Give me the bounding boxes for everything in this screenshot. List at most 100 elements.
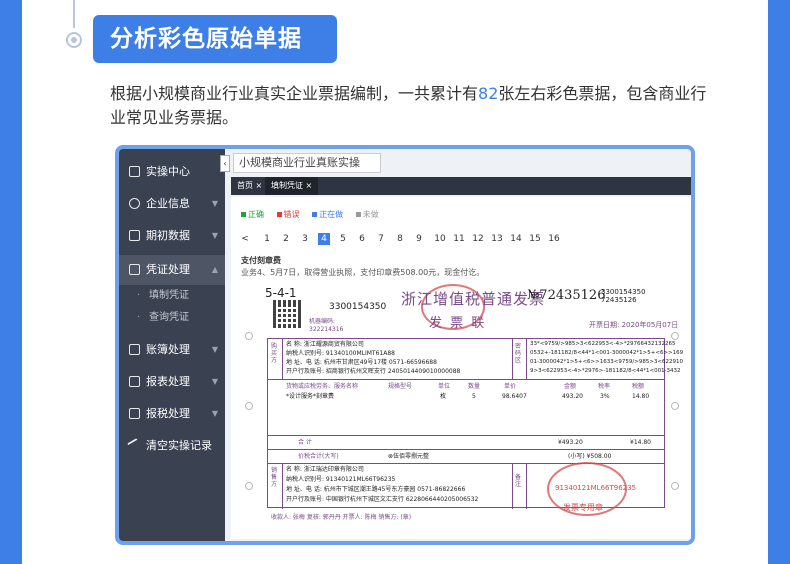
timeline-dot-icon xyxy=(66,32,82,48)
pager-page-9[interactable]: 9 xyxy=(413,233,425,245)
task-title: 支付刻章费 xyxy=(241,256,281,265)
check-square-icon xyxy=(129,166,140,177)
chevron-left-icon[interactable]: ‹ xyxy=(220,155,230,172)
legend-correct: 正确 xyxy=(241,210,264,219)
section-title: 分析彩色原始单据 xyxy=(93,15,337,63)
invoice-image: 5-4-1 3300154350 机器编码: 322214316 浙江增值税普通… xyxy=(231,282,691,537)
seal-label: 发票专用章 xyxy=(563,503,603,512)
tab-fill-voucher[interactable]: 填制凭证 × xyxy=(265,177,319,195)
total-label: 合 计 xyxy=(298,439,312,446)
divider xyxy=(282,339,283,379)
buyer-bank: 开户行及账号: 招商银行杭州文晖支行 2405014409010000088 xyxy=(286,368,461,375)
book-icon xyxy=(129,344,140,355)
square-icon xyxy=(355,212,361,217)
seller-bank: 开户行及账号: 中国银行杭州下城区文汇支行 622806644020500653… xyxy=(286,496,479,503)
col-header: 税率 xyxy=(598,383,611,390)
divider xyxy=(512,463,513,509)
pager-page-1[interactable]: 1 xyxy=(261,233,273,245)
desc-count: 82 xyxy=(478,84,499,103)
pager-page-15[interactable]: 15 xyxy=(527,233,543,245)
line-chart-icon xyxy=(129,376,140,387)
task-description: 业务4、5月7日，取得营业执照，支付印章费508.00元，现金付讫。 xyxy=(241,268,485,277)
buyer-name: 名 称: 浙江耀源商贸有限公司 xyxy=(286,341,364,348)
sidebar: 实操中心 企业信息 ▼ 期初数据 ▼ 凭证处理 ▲ · 填制凭证 · 查询凭证 账簿处理 ▼… xyxy=(119,149,225,541)
pager-page-3[interactable]: 3 xyxy=(299,233,311,245)
qr-code-icon xyxy=(273,300,301,328)
pager-page-5[interactable]: 5 xyxy=(337,233,349,245)
sidebar-item-ledger[interactable]: 账簿处理 ▼ xyxy=(119,335,225,365)
col-header: 规格型号 xyxy=(388,383,413,390)
pager-page-13[interactable]: 13 xyxy=(489,233,505,245)
sidebar-item-label: 账簿处理 xyxy=(146,343,190,356)
chevron-down-icon: ▼ xyxy=(211,345,218,354)
pager-prev-button[interactable]: < xyxy=(239,233,251,245)
sidebar-subitem-fill-voucher[interactable]: · 填制凭证 xyxy=(119,285,225,307)
legend-wrong: 错误 xyxy=(276,210,300,219)
sidebar-item-label: 清空实操记录 xyxy=(146,439,212,452)
sidebar-item-opening-data[interactable]: 期初数据 ▼ xyxy=(119,221,225,251)
sum-upper: ⊗伍佰零捌元整 xyxy=(388,453,430,460)
sidebar-item-label: 实操中心 xyxy=(146,165,190,178)
sidebar-item-label: 凭证处理 xyxy=(146,263,190,276)
item-qty: 5 xyxy=(472,393,476,400)
section-description: 根据小规模商业行业真实企业票据编制，一共累计有82张左右彩色票据，包含商业行业常… xyxy=(110,82,720,130)
item-tax: 14.80 xyxy=(632,393,650,400)
pager-page-8[interactable]: 8 xyxy=(394,233,406,245)
sidebar-item-tax[interactable]: 报税处理 ▼ xyxy=(119,399,225,429)
sidebar-item-voucher[interactable]: 凭证处理 ▲ xyxy=(119,255,225,285)
sidebar-item-label: 报税处理 xyxy=(146,407,190,420)
buyer-tax-id: 纳税人识别号: 91340100MLIMT61A88 xyxy=(286,350,395,357)
pager-page-6[interactable]: 6 xyxy=(356,233,368,245)
col-header: 数量 xyxy=(468,383,481,390)
pager-page-12[interactable]: 12 xyxy=(470,233,486,245)
seller-name: 名 称: 浙江瑞达印章有限公司 xyxy=(286,466,364,473)
divider xyxy=(512,339,513,379)
pager-page-11[interactable]: 11 xyxy=(451,233,467,245)
pager-page-10[interactable]: 10 xyxy=(432,233,448,245)
bullet-icon: · xyxy=(137,290,141,301)
chevron-down-icon: ▼ xyxy=(211,409,218,418)
chevron-up-icon: ▲ xyxy=(211,265,218,274)
legend-label: 正在做 xyxy=(319,210,344,219)
pager-page-14[interactable]: 14 xyxy=(508,233,524,245)
pager-page-4[interactable]: 4 xyxy=(318,233,330,245)
pager-page-7[interactable]: 7 xyxy=(375,233,387,245)
col-header: 税额 xyxy=(632,383,645,390)
buyer-address: 地 址、电 话: 杭州市甘肃区49号17楼 0571-66596688 xyxy=(286,359,437,366)
item-unit: 枚 xyxy=(440,393,447,400)
item-amount: 493.20 xyxy=(562,393,583,400)
pager-page-16[interactable]: 16 xyxy=(546,233,562,245)
seller-label: 销售方 xyxy=(271,467,278,488)
status-legend: 正确 错误 正在做 未做 xyxy=(241,209,389,220)
sidebar-item-company-info[interactable]: 企业信息 ▼ xyxy=(119,189,225,219)
sidebar-item-label: 报表处理 xyxy=(146,375,190,388)
divider xyxy=(268,449,664,450)
buyer-label: 购买方 xyxy=(271,343,278,364)
sum-label: 价税合计(大写) xyxy=(298,453,339,460)
seller-tax-id: 纳税人识别号: 91340121ML66T96235 xyxy=(286,476,396,483)
pagination: < 1 2 3 4 5 6 7 8 9 10 11 12 13 14 15 16 xyxy=(239,233,679,247)
invoice-number-small: 3300154350 72435126 xyxy=(601,288,646,304)
chevron-down-icon: ▼ xyxy=(211,199,218,208)
legend-doing: 正在做 xyxy=(312,210,343,219)
timeline-line xyxy=(73,0,75,28)
main-content: 正确 错误 正在做 未做 < 1 2 3 4 5 6 7 8 9 10 11 12 13 14 15 16 支… xyxy=(231,197,691,539)
pager-page-2[interactable]: 2 xyxy=(280,233,292,245)
item-tax-rate: 3% xyxy=(600,393,610,400)
sidebar-subitem-label: 填制凭证 xyxy=(149,290,189,301)
col-header: 货物或应税劳务、服务名称 xyxy=(286,383,359,390)
sidebar-subitem-query-voucher[interactable]: · 查询凭证 xyxy=(119,307,225,329)
square-icon xyxy=(241,212,246,217)
invoice-date: 开票日期: 2020年05月07日 xyxy=(589,321,679,329)
sidebar-item-clear-records[interactable]: 清空实操记录 xyxy=(119,431,225,461)
cipher-line: 9>3<622953<-4>*2976>-181182/8<44*1<001-3… xyxy=(530,368,681,374)
invoice-machine-code: 机器编码: 322214316 xyxy=(309,318,344,333)
chevron-down-icon: ▼ xyxy=(211,377,218,386)
sidebar-item-practice-center[interactable]: 实操中心 xyxy=(119,157,225,187)
bar-chart-icon xyxy=(129,230,140,241)
divider xyxy=(526,463,527,509)
sidebar-item-reports[interactable]: 报表处理 ▼ xyxy=(119,367,225,397)
chevron-down-icon: ▼ xyxy=(211,231,218,240)
tab-home[interactable]: 首页 × xyxy=(231,177,268,195)
building-icon xyxy=(129,198,140,209)
